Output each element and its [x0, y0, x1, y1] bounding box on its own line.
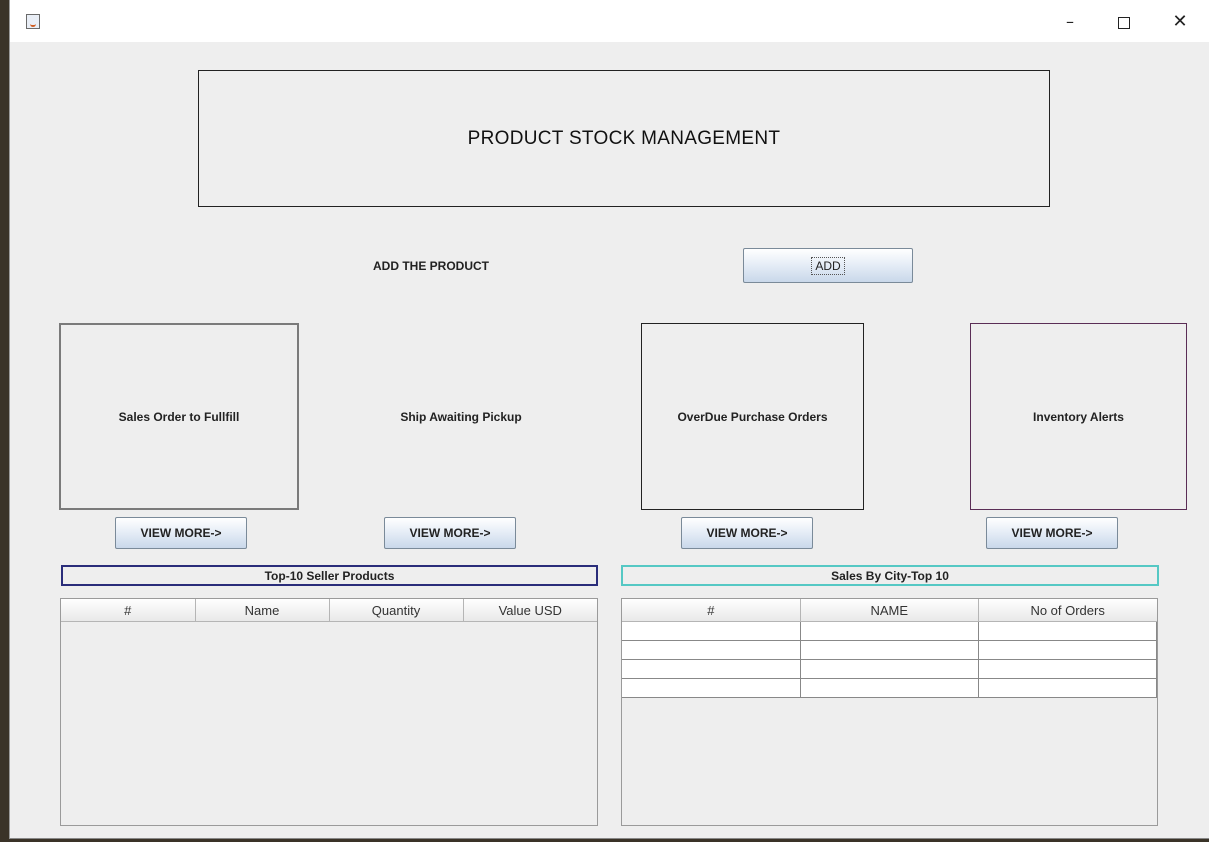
sales-order-tile: Sales Order to Fullfill [59, 323, 299, 510]
maximize-icon [1118, 16, 1130, 29]
page-title: PRODUCT STOCK MANAGEMENT [467, 127, 781, 149]
column-header-number[interactable]: # [622, 599, 801, 622]
add-button-label: ADD [811, 256, 845, 275]
table-row[interactable] [622, 678, 1158, 698]
sales-order-label: Sales Order to Fullfill [118, 409, 240, 424]
sales-by-city-title: Sales By City-Top 10 [621, 565, 1159, 586]
view-more-inventory-button[interactable]: VIEW MORE-> [986, 517, 1118, 549]
ship-awaiting-label: Ship Awaiting Pickup [400, 409, 522, 424]
java-app-icon [26, 14, 40, 29]
column-header-quantity[interactable]: Quantity [329, 599, 464, 622]
top-sellers-table[interactable]: # Name Quantity Value USD [60, 598, 598, 826]
top-sellers-title: Top-10 Seller Products [61, 565, 598, 586]
maximize-button[interactable] [1102, 8, 1146, 36]
add-button[interactable]: ADD [743, 248, 913, 283]
table-cell[interactable] [978, 621, 1158, 641]
table-cell[interactable] [978, 678, 1158, 698]
overdue-purchase-label: OverDue Purchase Orders [677, 409, 828, 424]
overdue-purchase-tile: OverDue Purchase Orders [641, 323, 864, 510]
minimize-button[interactable]: – [1048, 8, 1092, 36]
column-header-no-of-orders[interactable]: No of Orders [978, 599, 1157, 622]
inventory-alerts-label: Inventory Alerts [1033, 409, 1124, 424]
table-cell[interactable] [978, 659, 1158, 679]
view-more-overdue-button[interactable]: VIEW MORE-> [681, 517, 813, 549]
close-button[interactable]: ✕ [1158, 8, 1202, 36]
table-row[interactable] [622, 640, 1158, 660]
column-header-name[interactable]: Name [195, 599, 330, 622]
table-row[interactable] [622, 621, 1158, 641]
view-more-sales-button[interactable]: VIEW MORE-> [115, 517, 247, 549]
table-cell[interactable] [622, 621, 801, 641]
sales-by-city-table[interactable]: # NAME No of Orders [621, 598, 1158, 826]
view-more-ship-button[interactable]: VIEW MORE-> [384, 517, 516, 549]
table-cell[interactable] [622, 659, 801, 679]
table-cell[interactable] [800, 640, 979, 660]
app-window: – ✕ PRODUCT STOCK MANAGEMENT ADD THE PRO… [9, 0, 1209, 839]
column-header-value-usd[interactable]: Value USD [463, 599, 597, 622]
table-cell[interactable] [800, 678, 979, 698]
column-header-number[interactable]: # [61, 599, 196, 622]
inventory-alerts-tile: Inventory Alerts [970, 323, 1187, 510]
table-cell[interactable] [800, 659, 979, 679]
table-cell[interactable] [978, 640, 1158, 660]
table-cell[interactable] [800, 621, 979, 641]
ship-awaiting-tile: Ship Awaiting Pickup [341, 323, 581, 510]
table-cell[interactable] [622, 640, 801, 660]
header-panel: PRODUCT STOCK MANAGEMENT [198, 70, 1050, 207]
table-cell[interactable] [622, 678, 801, 698]
column-header-name[interactable]: NAME [800, 599, 979, 622]
table-row[interactable] [622, 659, 1158, 679]
title-bar: – ✕ [10, 0, 1209, 42]
add-product-label: ADD THE PRODUCT [373, 259, 489, 273]
